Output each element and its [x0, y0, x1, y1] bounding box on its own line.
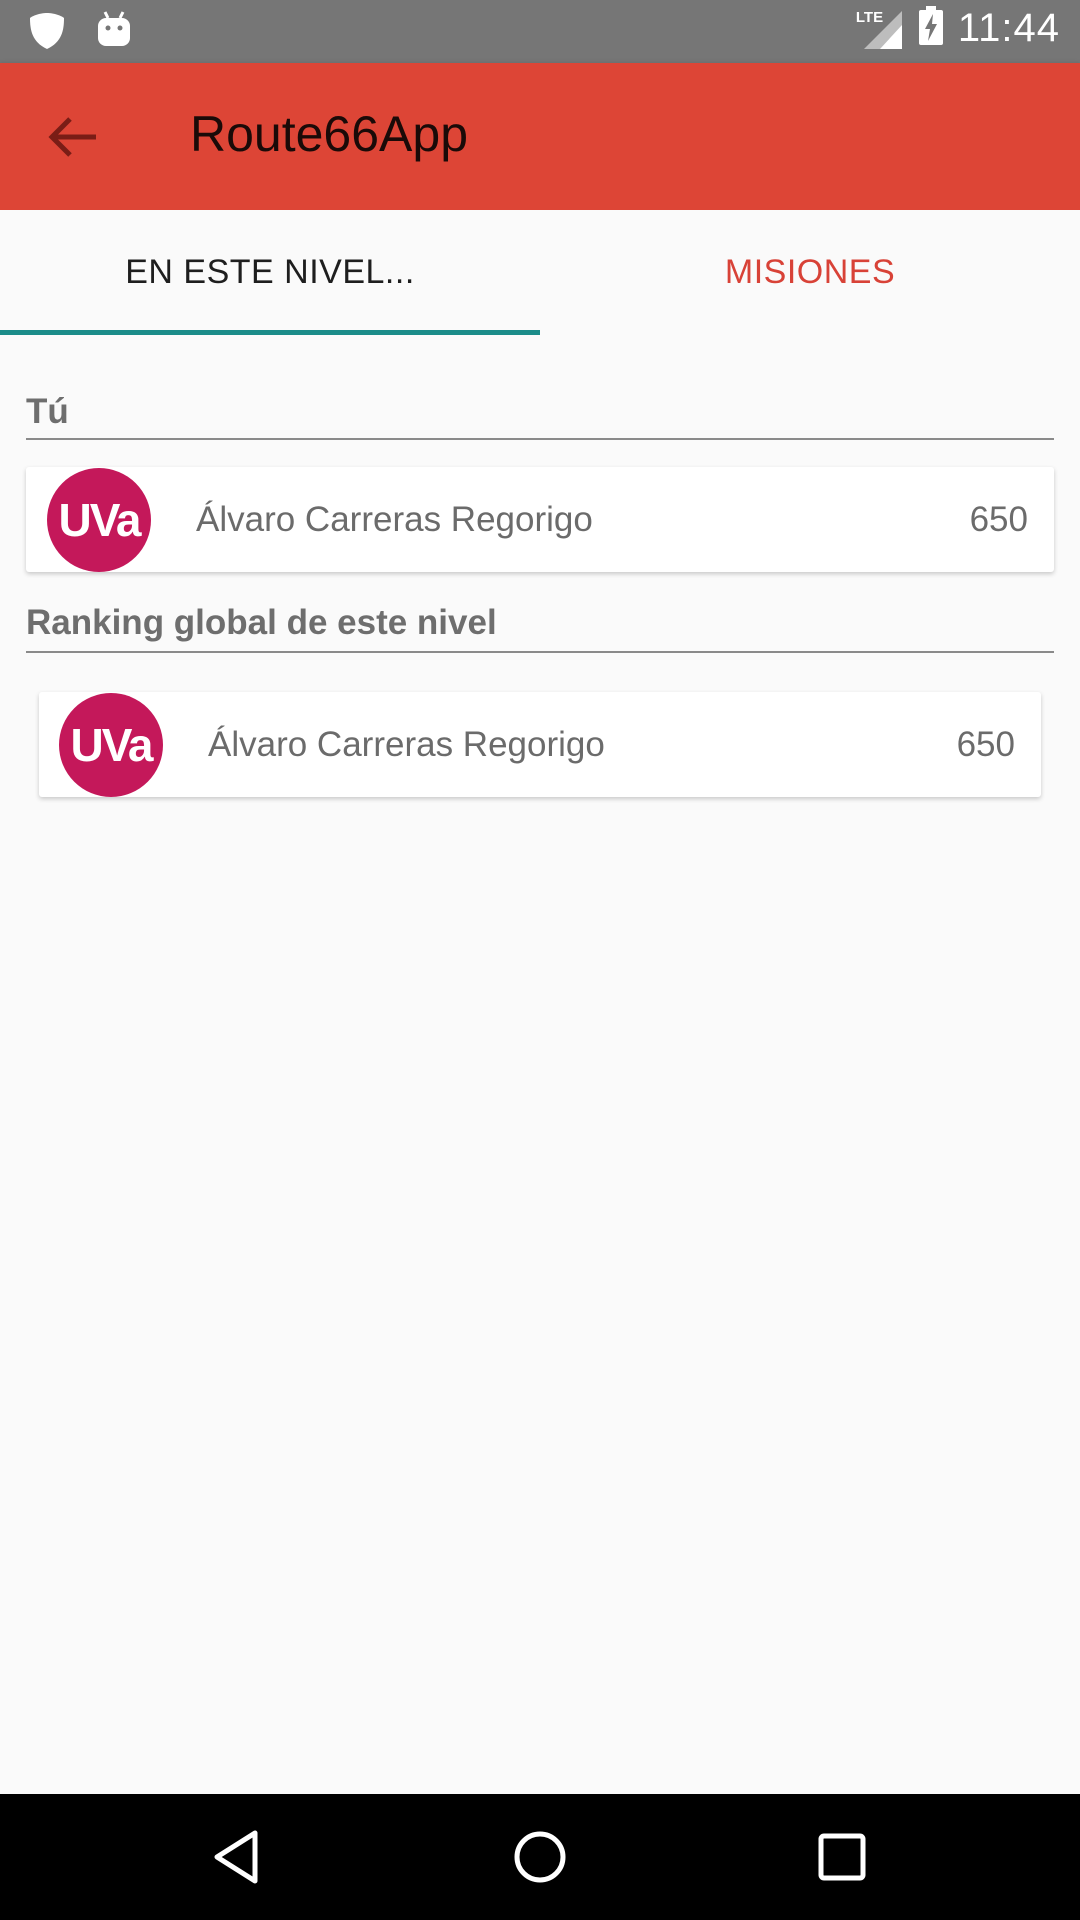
tab-misiones[interactable]: MISIONES — [540, 210, 1080, 335]
notification-shield-icon — [26, 10, 68, 57]
nav-home-button[interactable] — [510, 1827, 570, 1887]
status-bar: LTE 11:44 — [0, 0, 1080, 63]
tab-indicator — [0, 330, 540, 335]
avatar: UVa — [59, 692, 163, 797]
lte-label: LTE — [855, 8, 884, 26]
user-name: Álvaro Carreras Regorigo — [196, 499, 593, 539]
tab-en-este-nivel[interactable]: EN ESTE NIVEL... — [0, 210, 540, 335]
section-title-you: Tú — [26, 392, 1054, 440]
ranking-list-item[interactable]: UVa Álvaro Carreras Regorigo 650 — [39, 692, 1041, 797]
nav-back-icon — [207, 1830, 267, 1891]
nav-recents-button[interactable] — [812, 1827, 872, 1887]
android-icon — [96, 10, 132, 57]
status-time: 11:44 — [957, 6, 1060, 50]
avatar: UVa — [47, 467, 151, 572]
app-title: Route66App — [190, 106, 469, 162]
user-name: Álvaro Carreras Regorigo — [208, 724, 605, 764]
nav-back-button[interactable] — [207, 1827, 267, 1887]
tab-bar: EN ESTE NIVEL... MISIONES — [0, 210, 1080, 335]
arrow-back-icon — [40, 117, 108, 171]
nav-recents-icon — [812, 1833, 872, 1891]
back-button[interactable] — [40, 107, 108, 167]
nav-home-icon — [510, 1831, 570, 1891]
section-title-ranking: Ranking global de este nivel — [26, 603, 1054, 653]
navigation-bar — [0, 1794, 1080, 1920]
user-score: 650 — [956, 724, 1015, 764]
you-entry-card[interactable]: UVa Álvaro Carreras Regorigo 650 — [26, 467, 1054, 572]
user-score: 650 — [969, 499, 1028, 539]
app-bar: Route66App — [0, 63, 1080, 210]
battery-charging-icon — [918, 6, 944, 51]
lte-signal-icon: LTE — [854, 7, 904, 51]
